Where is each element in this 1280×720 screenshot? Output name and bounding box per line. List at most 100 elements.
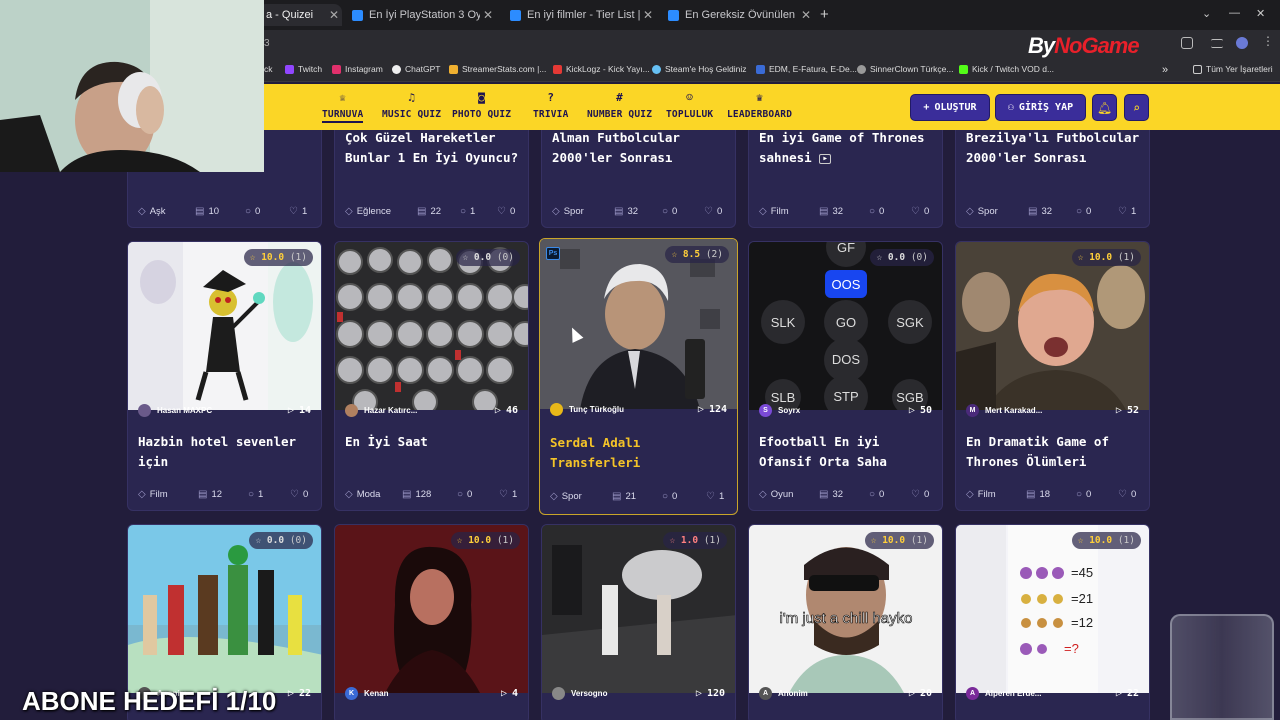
all-bookmarks-folder[interactable]: Tüm Yer İşaretleri	[1193, 64, 1273, 74]
card-likes[interactable]: ♡ 0	[704, 206, 722, 217]
card-category[interactable]: ◇ Aşk	[138, 206, 166, 217]
browser-tab[interactable]: En iyi filmler - Tier List | Kör Sıra ✕	[502, 4, 656, 26]
quiz-card-hovered[interactable]: Ps ☆ 8.5 (2) Tunç Türkoğlu ▷ 124 Serdal A…	[539, 238, 738, 515]
card-title[interactable]: Brezilya'lı Futbolcular 2000'ler Sonrası	[966, 130, 1141, 168]
card-thumbnail[interactable]: i'm just a chill hayko	[749, 525, 942, 693]
card-category[interactable]: ◇ Film	[138, 489, 168, 500]
bookmark-item[interactable]: Kick / Twitch VOD d...	[959, 64, 1054, 74]
card-category[interactable]: ◇ Eğlence	[345, 206, 391, 217]
more-bookmarks-icon[interactable]: »	[1162, 64, 1168, 76]
nav-leaderboard[interactable]: ♛ LEADERBOARD	[727, 91, 792, 120]
nav-number-quiz[interactable]: # NUMBER QUIZ	[587, 91, 652, 120]
quiz-card[interactable]: Çok Güzel Hareketler Bunlar 1 En İyi Oyu…	[334, 130, 529, 228]
quiz-card[interactable]: Brezilya'lı Futbolcular 2000'ler Sonrası…	[955, 130, 1150, 228]
author-name[interactable]: Versogno	[571, 689, 696, 698]
card-likes[interactable]: ♡ 1	[499, 489, 517, 500]
card-category[interactable]: ◇ Oyun	[759, 489, 793, 500]
author-name[interactable]: Alperen Erde...	[985, 689, 1116, 698]
nav-topluluk[interactable]: ☺ TOPLULUK	[666, 91, 713, 120]
bookmark-item[interactable]: KickLogz - Kick Yayı...	[553, 64, 650, 74]
browser-tab[interactable]: a - Quizei ✕	[258, 4, 342, 26]
window-tab-search-icon[interactable]: ⌄	[1202, 7, 1211, 20]
card-title[interactable]: En iyi Game of Thrones sahnesi	[759, 130, 925, 165]
avatar[interactable]	[550, 402, 563, 416]
bookmark-item[interactable]: StreamerStats.com |...	[449, 64, 546, 74]
bookmark-item[interactable]: Instagram	[332, 64, 383, 74]
quiz-card[interactable]: Alman Futbolcular 2000'ler Sonrası ◇ Spor…	[541, 130, 736, 228]
card-title[interactable]: Serdal Adalı Transferleri	[550, 433, 729, 473]
quiz-card[interactable]: =45 =21 =12 =? ☆ 10.0 (1) A Alperen Erde…	[955, 524, 1150, 720]
bookmark-item[interactable]: ChatGPT	[392, 64, 440, 74]
card-thumbnail[interactable]: OOS SLK GO SGK DOS STP GF SLB SGB	[749, 242, 942, 410]
nav-photo-quiz[interactable]: ◙ PHOTO QUIZ	[452, 91, 511, 120]
author-name[interactable]: Mert Karakad...	[985, 406, 1116, 415]
card-likes[interactable]: ♡ 0	[911, 206, 929, 217]
author-name[interactable]: Soyrx	[778, 406, 909, 415]
nav-music-quiz[interactable]: ♫ MUSIC QUIZ	[382, 91, 441, 120]
quiz-card[interactable]: OOS SLK GO SGK DOS STP GF SLB SGB ☆ 0.0 …	[748, 241, 943, 511]
avatar[interactable]: S	[759, 403, 772, 417]
close-window-icon[interactable]: ✕	[1256, 7, 1265, 20]
card-thumbnail[interactable]	[540, 239, 737, 409]
browser-tab[interactable]: En Gereksiz Övünülen Şeyler - T ✕	[660, 4, 814, 26]
card-title[interactable]: En İyi Saat	[345, 432, 520, 452]
bookmark-item[interactable]: EDM, E-Fatura, E-De...	[756, 64, 857, 74]
avatar[interactable]: A	[759, 686, 772, 700]
create-button[interactable]: + OLUŞTUR	[910, 94, 990, 121]
browser-tab[interactable]: En İyi PlayStation 3 Oyunu - Tier ✕	[344, 4, 496, 26]
card-likes[interactable]: ♡ 0	[290, 489, 308, 500]
card-likes[interactable]: ♡ 0	[1118, 489, 1136, 500]
quiz-card[interactable]: i'm just a chill hayko ☆ 10.0 (1) A Anon…	[748, 524, 943, 720]
card-category[interactable]: ◇ Film	[966, 489, 996, 500]
avatar[interactable]	[345, 403, 358, 417]
close-tab-icon[interactable]: ✕	[798, 8, 814, 22]
card-category[interactable]: ◇ Moda	[345, 489, 380, 500]
close-tab-icon[interactable]: ✕	[640, 8, 656, 22]
author-name[interactable]: Tunç Türkoğlu	[569, 405, 698, 414]
card-category[interactable]: ◇ Spor	[552, 206, 584, 217]
avatar[interactable]: A	[966, 686, 979, 700]
avatar[interactable]: K	[345, 686, 358, 700]
card-title[interactable]: Çok Güzel Hareketler Bunlar 1 En İyi Oyu…	[345, 130, 520, 168]
more-menu-icon[interactable]: ⋮	[1262, 35, 1274, 48]
profile-avatar-icon[interactable]	[1236, 37, 1248, 49]
card-title[interactable]: Alman Futbolcular 2000'ler Sonrası	[552, 130, 727, 168]
card-likes[interactable]: ♡ 0	[497, 206, 515, 217]
card-thumbnail[interactable]	[956, 242, 1149, 410]
quiz-card[interactable]: ☆ 0.0 (0) Hazar Katırc... ▷ 46 En İyi Saa…	[334, 241, 529, 511]
search-icon[interactable]: ⌕	[1124, 94, 1149, 121]
bookmark-item[interactable]: Twitch	[285, 64, 322, 74]
card-likes[interactable]: ♡ 1	[289, 206, 307, 217]
extensions-icon[interactable]	[1181, 37, 1193, 49]
quiz-card[interactable]: ☆ 10.0 (1) K Kenan ▷ 4	[334, 524, 529, 720]
card-title[interactable]: Efootball En iyi Ofansif Orta Saha	[759, 432, 934, 472]
avatar[interactable]	[138, 403, 151, 417]
author-name[interactable]: Hasan MAXPC	[157, 406, 288, 415]
avatar[interactable]: M	[966, 403, 979, 417]
card-likes[interactable]: ♡ 1	[1118, 206, 1136, 217]
card-thumbnail[interactable]	[542, 525, 735, 693]
author-name[interactable]: Hazar Katırc...	[364, 406, 495, 415]
card-title[interactable]: En Dramatik Game of Thrones Ölümleri	[966, 432, 1141, 472]
quiz-card[interactable]: ☆ 10.0 (1) M Mert Karakad... ▷ 52 En Dram…	[955, 241, 1150, 511]
author-name[interactable]: Anonim	[778, 689, 909, 698]
card-likes[interactable]: ♡ 1	[706, 491, 724, 502]
quiz-card[interactable]: ☆ 1.0 (1) Versogno ▷ 120	[541, 524, 736, 720]
card-title[interactable]: Hazbin hotel sevenler için	[138, 432, 313, 472]
nav-trivia[interactable]: ? TRIVIA	[533, 91, 569, 120]
menu-list-icon[interactable]	[1211, 39, 1223, 48]
url-text[interactable]: 3	[264, 38, 270, 49]
card-thumbnail[interactable]	[335, 525, 528, 693]
card-likes[interactable]: ♡ 0	[911, 489, 929, 500]
bookmark-item[interactable]: SinnerClown Türkçe...	[857, 64, 953, 74]
bookmark-item[interactable]: Steam'e Hoş Geldiniz	[652, 64, 746, 74]
close-tab-icon[interactable]: ✕	[480, 8, 496, 22]
bookmark-item[interactable]: ck	[264, 64, 273, 74]
card-thumbnail[interactable]	[128, 242, 321, 410]
card-category[interactable]: ◇ Spor	[966, 206, 998, 217]
quiz-card[interactable]: En iyi Game of Thrones sahnesi ▶ ◇ Film ▤…	[748, 130, 943, 228]
quiz-card[interactable]: ☆ 10.0 (1) Hasan MAXPC ▷ 14 Hazbin hotel …	[127, 241, 322, 511]
card-thumbnail[interactable]: =45 =21 =12 =?	[956, 525, 1149, 693]
card-category[interactable]: ◇ Spor	[550, 491, 582, 502]
card-thumbnail[interactable]	[335, 242, 528, 410]
